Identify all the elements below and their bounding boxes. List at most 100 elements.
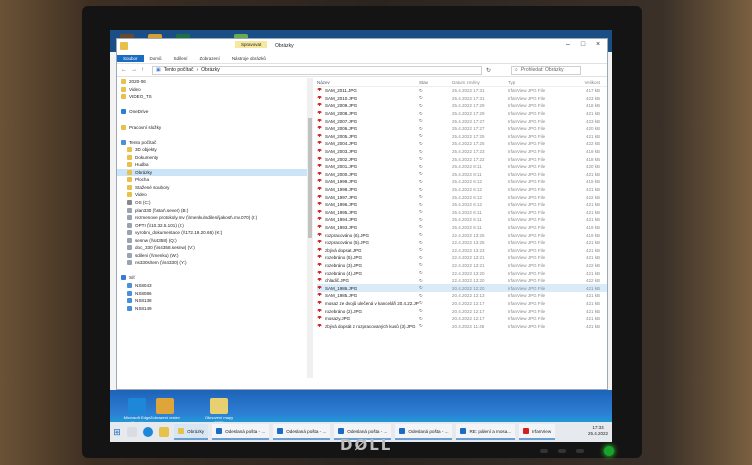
- nav-item[interactable]: Stažené soubory: [117, 184, 307, 192]
- taskbar-task[interactable]: Odeslaná pošta - ...: [212, 424, 270, 440]
- close-icon[interactable]: ×: [593, 41, 603, 48]
- forward-arrow-icon[interactable]: →: [131, 67, 137, 73]
- file-row[interactable]: ✱ SAM_2009.JPG ↻ 25.4.2022 17:29 IrfanView J…: [317, 102, 607, 110]
- col-size[interactable]: Velikost: [570, 80, 600, 85]
- file-row[interactable]: ✱ SAM_2003.JPG ↻ 25.4.2022 17:23 IrfanView J…: [317, 148, 607, 156]
- address-bar[interactable]: ▣ Tento počítač › Obrázky: [152, 65, 482, 75]
- nav-scrollbar[interactable]: [307, 78, 313, 378]
- taskbar-task[interactable]: RE: pálení a mosa...: [456, 424, 516, 440]
- clock[interactable]: 17:33 25.4.2022: [588, 425, 608, 437]
- file-row[interactable]: ✱ SAM_2011.JPG ↻ 25.4.2022 17:31 IrfanView J…: [317, 87, 607, 95]
- nav-item[interactable]: 3D objekty: [117, 146, 307, 154]
- nav-item[interactable]: doc_330 (\\s4358.sesnw) (V:): [117, 244, 307, 252]
- nav-item[interactable]: ns330s/tem (\\s4330) (Y:): [117, 259, 307, 267]
- nav-item[interactable]: Plocha: [117, 176, 307, 184]
- file-row[interactable]: ✱ mosaz ze dvojů ulečená v kanceláři 20.4…: [317, 300, 607, 308]
- file-row[interactable]: ✱ SAM_1999.JPG ↻ 25.4.2022 6:12 IrfanView JP…: [317, 178, 607, 186]
- nav-item[interactable]: VIDEO_TS: [117, 93, 307, 101]
- breadcrumb-this-pc[interactable]: Tento počítač: [164, 67, 194, 73]
- file-row[interactable]: ✱ rozebráno (2).JPG ↻ 20.4.2022 12:17 IrfanV…: [317, 307, 607, 315]
- windows-start-icon[interactable]: ⊞: [110, 427, 124, 438]
- maximize-icon[interactable]: □: [578, 41, 588, 48]
- taskbar-task[interactable]: Obrázky: [174, 424, 209, 440]
- nav-item[interactable]: sdileni (\\menku) (W:): [117, 252, 307, 260]
- tab-share[interactable]: Sdílení: [168, 55, 194, 62]
- file-row[interactable]: ✱ SAM_2001.JPG ↻ 25.4.2022 8:11 IrfanView JP…: [317, 163, 607, 171]
- col-name[interactable]: Název: [317, 80, 419, 85]
- nav-item[interactable]: OneDrive: [117, 108, 307, 116]
- nav-item[interactable]: Síť: [117, 274, 307, 282]
- nav-item[interactable]: Obrázky: [117, 168, 307, 177]
- taskbar-task[interactable]: IrfanView: [519, 424, 556, 440]
- nav-item[interactable]: Pracovní složky: [117, 123, 307, 131]
- file-row[interactable]: ✱ rozpracováno (5).JPG ↻ 22.4.2022 13:25 Irf…: [317, 239, 607, 247]
- col-date[interactable]: Datum změny: [452, 80, 508, 85]
- file-row[interactable]: ✱ SAM_1985.JPG ↻ 20.4.2022 12:13 IrfanView J…: [317, 292, 607, 300]
- file-row[interactable]: ✱ SAM_2008.JPG ↻ 25.4.2022 17:29 IrfanView J…: [317, 110, 607, 118]
- file-row[interactable]: ✱ rozebráno (4).JPG ↻ 22.4.2022 13:20 IrfanV…: [317, 269, 607, 277]
- taskbar-task[interactable]: Odeslaná pošta - ...: [395, 424, 453, 440]
- context-tab-manage[interactable]: Spravovat: [235, 41, 268, 48]
- nav-item[interactable]: rezmenove protokoly.mv (\\menku\sdileni\…: [117, 214, 307, 222]
- scrollbar-thumb[interactable]: [308, 118, 312, 238]
- file-row[interactable]: ✱ rozebráno (5).JPG ↻ 22.4.2022 13:21 IrfanV…: [317, 254, 607, 262]
- file-row[interactable]: ✱ SAM_2000.JPG ↻ 25.4.2022 8:11 IrfanView JP…: [317, 171, 607, 179]
- tab-file[interactable]: Soubor: [117, 54, 144, 62]
- file-row[interactable]: ✱ zbývá dopsát z rozpracovaných kusů (3).…: [317, 322, 607, 330]
- desktop-shortcut-icon[interactable]: [156, 398, 174, 414]
- desktop-shortcut-label[interactable]: Zobrazení vrstev: [150, 415, 180, 421]
- file-row[interactable]: ✱ mosazy.JPG ↻ 20.4.2022 12:17 IrfanView JPG…: [317, 315, 607, 323]
- refresh-icon[interactable]: ↻: [486, 67, 491, 74]
- nav-item[interactable]: Video: [117, 191, 307, 199]
- edge-icon[interactable]: [143, 427, 153, 437]
- search-icon[interactable]: [127, 427, 137, 437]
- monitor-button[interactable]: [540, 449, 548, 453]
- file-row[interactable]: ✱ SAM_2007.JPG ↻ 25.4.2022 17:27 IrfanView J…: [317, 117, 607, 125]
- nav-item[interactable]: NS8086: [117, 289, 307, 297]
- monitor-button[interactable]: [558, 449, 566, 453]
- desktop-shortcut-icon[interactable]: [128, 398, 146, 414]
- file-row[interactable]: ✱ SAM_1995.JPG ↻ 25.4.2022 6:11 IrfanView JP…: [317, 209, 607, 217]
- tab-home[interactable]: Domů: [144, 55, 168, 62]
- nav-item[interactable]: OS (C:): [117, 199, 307, 207]
- file-row[interactable]: ✱ rozpracováno (6).JPG ↻ 22.4.2022 13:25 Irf…: [317, 231, 607, 239]
- file-row[interactable]: ✱ SAM_1998.JPG ↻ 25.4.2022 6:12 IrfanView JP…: [317, 186, 607, 194]
- tab-view[interactable]: Zobrazení: [194, 55, 226, 62]
- nav-item[interactable]: Hudba: [117, 161, 307, 169]
- nav-item[interactable]: NS8149: [117, 304, 307, 312]
- file-explorer-icon[interactable]: [159, 427, 169, 437]
- file-row[interactable]: ✱ SAM_2002.JPG ↻ 25.4.2022 17:22 IrfanView J…: [317, 155, 607, 163]
- tab-picture-tools[interactable]: Nástroje obrázků: [226, 55, 272, 62]
- file-row[interactable]: ✱ chladič.JPG ↻ 22.4.2022 13:20 IrfanView JP…: [317, 277, 607, 285]
- col-type[interactable]: Typ: [508, 80, 570, 85]
- nav-item[interactable]: OPTI (\\10.32.5.101) (I:): [117, 221, 307, 229]
- minimize-icon[interactable]: –: [563, 41, 573, 48]
- file-row[interactable]: ✱ SAM_1994.JPG ↻ 25.4.2022 6:11 IrfanView JP…: [317, 216, 607, 224]
- file-row[interactable]: ✱ SAM_1996.JPG ↻ 25.4.2022 6:12 IrfanView JP…: [317, 201, 607, 209]
- file-row[interactable]: ✱ SAM_1986.JPG ↻ 20.4.2022 12:20 IrfanView J…: [317, 284, 607, 293]
- nav-item[interactable]: sesnw (\\s4358) (Q:): [117, 236, 307, 244]
- file-row[interactable]: ✱ SAM_2010.JPG ↻ 25.4.2022 17:31 IrfanView J…: [317, 95, 607, 103]
- taskbar-task[interactable]: Odeslaná pošta - ...: [273, 424, 331, 440]
- nav-item[interactable]: Dokumenty: [117, 153, 307, 161]
- back-arrow-icon[interactable]: ←: [121, 67, 127, 73]
- file-row[interactable]: ✱ SAM_2006.JPG ↻ 25.4.2022 17:27 IrfanView J…: [317, 125, 607, 133]
- nav-item[interactable]: Tento počítač: [117, 138, 307, 146]
- file-row[interactable]: ✱ rozebráno (3).JPG ↻ 22.4.2022 13:21 IrfanV…: [317, 262, 607, 270]
- power-led-icon[interactable]: [604, 446, 614, 456]
- nav-item[interactable]: Video: [117, 86, 307, 94]
- file-row[interactable]: ✱ SAM_2004.JPG ↻ 25.4.2022 17:25 IrfanView J…: [317, 140, 607, 148]
- nav-item[interactable]: NS8138: [117, 297, 307, 305]
- file-row[interactable]: ✱ SAM_2005.JPG ↻ 25.4.2022 17:25 IrfanView J…: [317, 133, 607, 141]
- desktop-shortcut-icon[interactable]: [210, 398, 228, 414]
- nav-item[interactable]: NS8043: [117, 282, 307, 290]
- nav-item[interactable]: 2020-06: [117, 78, 307, 86]
- search-input[interactable]: ⌕ Prohledat: Obrázky: [511, 65, 582, 75]
- col-status[interactable]: Stav: [419, 80, 452, 85]
- up-arrow-icon[interactable]: ↑: [141, 67, 144, 73]
- nav-item[interactable]: plan330 (\\star\.sever) (B:): [117, 206, 307, 214]
- file-row[interactable]: ✱ zbývá dopsat.JPG ↻ 22.4.2022 13:23 IrfanVi…: [317, 246, 607, 254]
- file-row[interactable]: ✱ SAM_1993.JPG ↻ 25.4.2022 6:11 IrfanView JP…: [317, 224, 607, 232]
- breadcrumb-pictures[interactable]: Obrázky: [201, 67, 220, 73]
- file-row[interactable]: ✱ SAM_1997.JPG ↻ 25.4.2022 6:12 IrfanView JP…: [317, 193, 607, 201]
